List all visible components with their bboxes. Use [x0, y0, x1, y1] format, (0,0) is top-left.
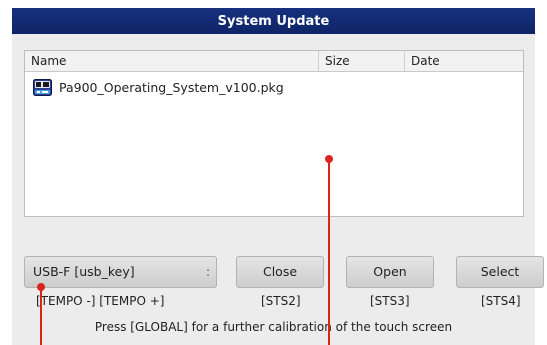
window-title: System Update	[217, 13, 330, 29]
column-header-date[interactable]: Date	[404, 51, 523, 71]
file-list[interactable]: Name Size Date Pa900_Operating_System_v1…	[24, 50, 524, 217]
combo-arrow-icon: :	[205, 265, 210, 279]
device-selector-combo[interactable]: USB-F [usb_key] :	[24, 256, 217, 288]
sts3-hint: [STS3]	[370, 294, 410, 308]
device-selector-value: USB-F [usb_key]	[33, 264, 135, 279]
file-list-row[interactable]: Pa900_Operating_System_v100.pkg	[33, 77, 284, 97]
open-button[interactable]: Open	[346, 256, 434, 288]
select-button[interactable]: Select	[456, 256, 544, 288]
sts4-hint: [STS4]	[481, 294, 521, 308]
package-file-icon	[33, 78, 52, 96]
annotation-marker-line-left	[40, 290, 42, 345]
file-name: Pa900_Operating_System_v100.pkg	[59, 79, 284, 95]
column-header-size[interactable]: Size	[318, 51, 404, 71]
window-title-bar: System Update	[12, 8, 535, 34]
sts2-hint: [STS2]	[261, 294, 301, 308]
tempo-hint: [TEMPO -] [TEMPO +]	[36, 294, 165, 308]
column-header-name[interactable]: Name	[25, 51, 318, 71]
close-button[interactable]: Close	[236, 256, 324, 288]
annotation-marker-line	[328, 162, 330, 345]
calibration-message: Press [GLOBAL] for a further calibration…	[94, 320, 453, 334]
file-list-header: Name Size Date	[25, 51, 523, 72]
